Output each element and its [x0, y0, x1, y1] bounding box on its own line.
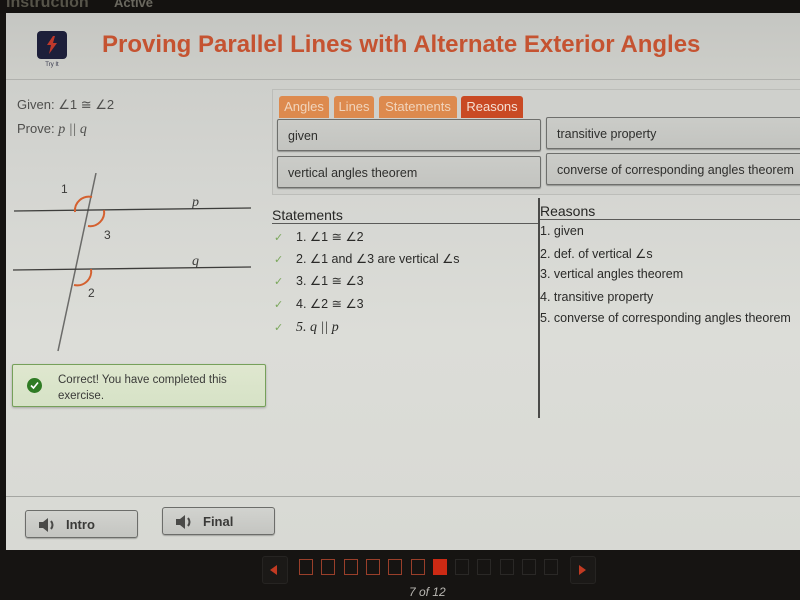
- intro-audio-button[interactable]: Intro: [25, 510, 138, 538]
- reason-row[interactable]: 2. def. of vertical ∠s: [540, 246, 653, 261]
- page-dot-7[interactable]: [432, 559, 447, 575]
- tile-given[interactable]: given: [277, 119, 541, 151]
- reason-row[interactable]: 3. vertical angles theorem: [540, 267, 683, 281]
- angle-2-arc: [73, 268, 93, 287]
- given-statement: Given: ∠1 ≅ ∠2: [17, 97, 114, 113]
- final-label: Final: [203, 514, 234, 529]
- statement-text: 3. ∠1 ≅ ∠3: [296, 274, 364, 288]
- line-q: [12, 266, 252, 271]
- page-dot-11[interactable]: [522, 559, 536, 575]
- transversal-line: [57, 173, 97, 352]
- feedback-message: Correct! You have completed this exercis…: [58, 374, 227, 402]
- check-icon: ✓: [274, 254, 284, 266]
- arrow-left-icon: [270, 565, 277, 575]
- answer-bank: Angles Lines Statements Reasons given tr…: [272, 89, 800, 195]
- page-title: Proving Parallel Lines with Alternate Ex…: [102, 31, 701, 58]
- geometry-diagram: 1 3 2 p q: [12, 173, 252, 352]
- intro-label: Intro: [66, 517, 95, 532]
- tab-angles[interactable]: Angles: [279, 96, 329, 118]
- page-count: 7 of 12: [409, 585, 446, 599]
- reason-row[interactable]: 5. converse of corresponding angles theo…: [540, 311, 791, 325]
- statement-row[interactable]: ✓ 2. ∠1 and ∠3 are vertical ∠s: [274, 251, 460, 266]
- check-circle-icon: [27, 378, 42, 393]
- tile-converse-corresponding[interactable]: converse of corresponding angles theorem: [546, 153, 800, 185]
- check-icon: ✓: [274, 276, 284, 288]
- statement-row[interactable]: ✓ 3. ∠1 ≅ ∠3: [274, 273, 364, 288]
- tile-vertical-angles-theorem[interactable]: vertical angles theorem: [277, 156, 541, 188]
- page-dot-8[interactable]: [455, 559, 470, 575]
- lesson-header: Try It Proving Parallel Lines with Alter…: [6, 13, 800, 80]
- prove-value: p || q: [58, 122, 87, 137]
- statement-text: 2. ∠1 and ∠3 are vertical ∠s: [296, 252, 460, 266]
- check-icon: ✓: [274, 232, 284, 244]
- arrow-right-icon: [579, 565, 586, 575]
- reasons-divider: [540, 219, 800, 220]
- page-dot-10[interactable]: [499, 559, 514, 575]
- angle-3-arc: [87, 209, 106, 228]
- statement-row[interactable]: ✓ 5. q || p: [274, 320, 339, 336]
- given-label: Given:: [17, 97, 55, 112]
- tab-lines[interactable]: Lines: [334, 96, 374, 118]
- page-dot-4[interactable]: [365, 559, 380, 575]
- tile-transitive-property[interactable]: transitive property: [546, 117, 800, 149]
- speaker-icon: [39, 518, 54, 532]
- line-label-q: q: [192, 254, 199, 269]
- prove-label: Prove:: [17, 121, 55, 136]
- page-dot-3[interactable]: [343, 559, 358, 575]
- footer-divider: [6, 496, 800, 497]
- line-label-p: p: [191, 195, 199, 210]
- angle-label-1: 1: [61, 182, 68, 196]
- instruction-tab[interactable]: Instruction: [6, 0, 89, 12]
- page-dot-1[interactable]: [299, 559, 313, 575]
- next-page-button[interactable]: [570, 556, 596, 584]
- statements-divider: [272, 223, 540, 224]
- active-tab[interactable]: Active: [114, 0, 153, 10]
- lightning-icon: [47, 36, 57, 54]
- top-bar: Instruction Active: [0, 0, 800, 14]
- reasons-header: Reasons: [540, 203, 596, 219]
- feedback-banner: Correct! You have completed this exercis…: [12, 364, 266, 407]
- page-dot-9[interactable]: [477, 559, 492, 575]
- speaker-icon: [176, 515, 191, 529]
- statement-row[interactable]: ✓ 4. ∠2 ≅ ∠3: [274, 296, 364, 311]
- statement-row[interactable]: ✓ 1. ∠1 ≅ ∠2: [274, 229, 364, 244]
- reason-row[interactable]: 1. given: [540, 224, 584, 238]
- pager-bar: [0, 550, 800, 600]
- try-it-label: Try It: [45, 62, 59, 68]
- page-dot-12[interactable]: [544, 559, 559, 575]
- statement-text: 1. ∠1 ≅ ∠2: [296, 230, 364, 244]
- angle-label-2: 2: [88, 286, 95, 300]
- check-icon: ✓: [274, 299, 284, 311]
- tab-statements[interactable]: Statements: [379, 96, 457, 118]
- reason-row[interactable]: 4. transitive property: [540, 290, 653, 304]
- check-icon: ✓: [274, 322, 284, 334]
- page-dot-2[interactable]: [321, 559, 336, 575]
- prev-page-button[interactable]: [262, 556, 288, 584]
- angle-label-3: 3: [104, 228, 111, 242]
- prove-statement: Prove: p || q: [17, 121, 87, 138]
- try-it-icon: [37, 31, 67, 59]
- line-p: [13, 207, 252, 212]
- statement-text: 5. q || p: [296, 320, 339, 335]
- statements-header: Statements: [272, 207, 343, 223]
- tab-reasons[interactable]: Reasons: [461, 96, 523, 118]
- page-dot-5[interactable]: [388, 559, 403, 575]
- statement-text: 4. ∠2 ≅ ∠3: [296, 297, 364, 311]
- lesson-panel: Try It Proving Parallel Lines with Alter…: [6, 13, 800, 550]
- page-dot-6[interactable]: [410, 559, 425, 575]
- given-value: ∠1 ≅ ∠2: [58, 97, 115, 112]
- final-audio-button[interactable]: Final: [162, 507, 275, 535]
